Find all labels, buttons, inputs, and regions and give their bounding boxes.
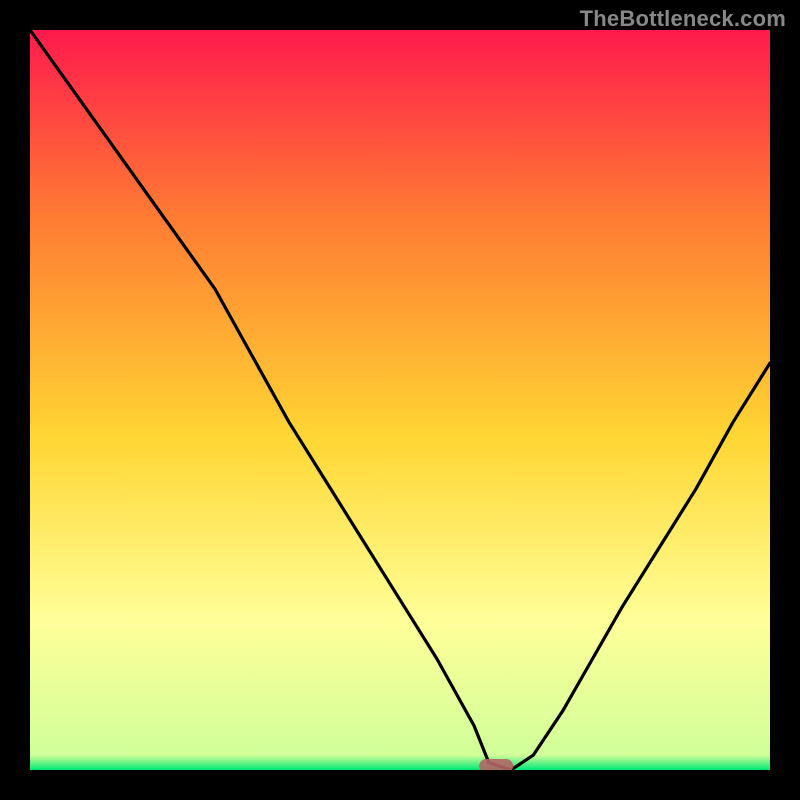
- chart-svg: [30, 30, 770, 770]
- gradient-background: [30, 30, 770, 770]
- minimum-marker: [479, 759, 513, 770]
- plot-area: [30, 30, 770, 770]
- chart-frame: TheBottleneck.com: [0, 0, 800, 800]
- watermark-text: TheBottleneck.com: [580, 6, 786, 32]
